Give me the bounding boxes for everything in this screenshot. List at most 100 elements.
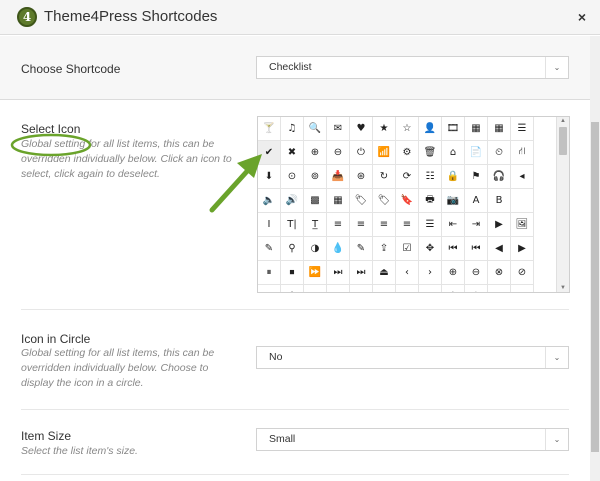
icon-option[interactable]: ↻ bbox=[373, 165, 396, 189]
icon-option[interactable]: ✖ bbox=[281, 141, 304, 165]
icon-option[interactable]: 🏷 bbox=[373, 189, 396, 213]
icon-option[interactable]: ▦ bbox=[465, 117, 488, 141]
icon-option[interactable]: ⚲ bbox=[281, 237, 304, 261]
icon-option[interactable]: ⊕ bbox=[442, 261, 465, 285]
icon-option[interactable]: ↓ bbox=[465, 285, 488, 292]
icon-option[interactable]: ☷ bbox=[419, 165, 442, 189]
icon-option[interactable]: ≡ bbox=[396, 213, 419, 237]
icon-option[interactable]: 📷 bbox=[442, 189, 465, 213]
icon-option[interactable]: ⏮ bbox=[465, 237, 488, 261]
icon-option[interactable]: ⊖ bbox=[465, 261, 488, 285]
icon-option[interactable]: ‹ bbox=[396, 261, 419, 285]
icon-option[interactable]: ⚙ bbox=[396, 141, 419, 165]
icon-option[interactable]: ✉ bbox=[327, 117, 350, 141]
icon-option[interactable]: ⟳ bbox=[396, 165, 419, 189]
icon-option[interactable]: 🏷 bbox=[350, 189, 373, 213]
icon-option[interactable]: 🗑 bbox=[419, 141, 442, 165]
icon-option[interactable]: ✔ bbox=[258, 141, 281, 165]
icon-option[interactable]: ⬇ bbox=[258, 165, 281, 189]
icon-option[interactable]: ⏮ bbox=[442, 237, 465, 261]
icon-option[interactable]: 🎧 bbox=[488, 165, 511, 189]
icon-option[interactable]: ◀ bbox=[488, 237, 511, 261]
icon-option[interactable]: ▦ bbox=[327, 189, 350, 213]
icon-option[interactable]: ⊛ bbox=[350, 165, 373, 189]
icon-option[interactable]: › bbox=[419, 261, 442, 285]
icon-option[interactable]: 🖼 bbox=[511, 213, 534, 237]
dialog-scrollbar[interactable] bbox=[590, 36, 600, 481]
icon-option[interactable]: ◂ bbox=[511, 165, 534, 189]
icon-option[interactable]: ☆ bbox=[396, 117, 419, 141]
icon-option[interactable]: ♫ bbox=[281, 117, 304, 141]
icon-option[interactable]: 🔈 bbox=[258, 189, 281, 213]
icon-option[interactable]: ↪ bbox=[488, 285, 511, 292]
icon-option[interactable]: ◑ bbox=[304, 237, 327, 261]
icon-picker-scrollbar[interactable]: ▲ ▼ bbox=[556, 117, 569, 292]
icon-option[interactable]: 🎞 bbox=[442, 117, 465, 141]
icon-option[interactable]: ⊗ bbox=[488, 261, 511, 285]
icon-option[interactable]: ⏻ bbox=[350, 141, 373, 165]
icon-option[interactable]: ⚑ bbox=[465, 165, 488, 189]
icon-option[interactable]: ≡ bbox=[373, 213, 396, 237]
icon-option[interactable]: ⏏ bbox=[373, 261, 396, 285]
icon-option[interactable]: ⇥ bbox=[465, 213, 488, 237]
icon-option[interactable]: A bbox=[465, 189, 488, 213]
icon-option[interactable]: 🔒 bbox=[442, 165, 465, 189]
icon-option[interactable]: ⇪ bbox=[373, 237, 396, 261]
icon-in-circle-select[interactable]: No ⌄ bbox=[256, 346, 569, 369]
icon-option[interactable]: ⌂ bbox=[442, 141, 465, 165]
icon-option[interactable]: ★ bbox=[373, 117, 396, 141]
icon-picker[interactable]: 🍸 ♫ 🔍 ✉ ♥ ★ ☆ 👤 🎞 ▦ ▦ ☰ ✔ ✖ ⊕ ⊖ ⏻ 📶 ⚙ 🗑 ⌂ 📄 ⏲ ⛙ ⬇ ⊙ ⊚ 📥 ⊛ ↻ ⟳ ☷ 🔒 ⚑ 🎧 ◂ 🔈 🔊 ▩ ▦… bbox=[257, 116, 570, 293]
icon-option[interactable]: ⏭ bbox=[327, 261, 350, 285]
icon-option[interactable]: ⏸ bbox=[258, 261, 281, 285]
icon-option[interactable]: 📄 bbox=[465, 141, 488, 165]
icon-option[interactable]: 🔍 bbox=[304, 117, 327, 141]
close-icon[interactable]: × bbox=[578, 9, 586, 25]
icon-option[interactable]: ↑ bbox=[442, 285, 465, 292]
choose-shortcode-select[interactable]: Checklist ⌄ bbox=[256, 56, 569, 79]
icon-option[interactable]: ⏭ bbox=[350, 261, 373, 285]
icon-option[interactable]: ⏲ bbox=[488, 141, 511, 165]
icon-option[interactable]: ⊚ bbox=[304, 165, 327, 189]
icon-option[interactable]: ⊕ bbox=[304, 141, 327, 165]
icon-option[interactable]: ← bbox=[396, 285, 419, 292]
icon-option[interactable]: ▶ bbox=[511, 237, 534, 261]
icon-option[interactable]: 🖶 bbox=[419, 189, 442, 213]
icon-option[interactable]: ≡ bbox=[327, 213, 350, 237]
icon-option[interactable]: i bbox=[281, 285, 304, 292]
icon-option[interactable]: 🔖 bbox=[396, 189, 419, 213]
scroll-up-icon[interactable]: ▲ bbox=[557, 118, 569, 124]
icon-option[interactable]: 👤 bbox=[419, 117, 442, 141]
icon-option[interactable]: ⏹ bbox=[281, 261, 304, 285]
icon-option[interactable]: ⊘ bbox=[511, 261, 534, 285]
icon-option[interactable]: ⊙ bbox=[281, 165, 304, 189]
icon-option[interactable]: → bbox=[419, 285, 442, 292]
icon-option[interactable]: ⛙ bbox=[511, 141, 534, 165]
dialog-scrollbar-thumb[interactable] bbox=[591, 122, 599, 452]
icon-option[interactable]: ♥ bbox=[350, 117, 373, 141]
icon-option[interactable]: ✎ bbox=[258, 237, 281, 261]
icon-option[interactable]: T̲ bbox=[304, 213, 327, 237]
icon-option[interactable]: ⊖ bbox=[327, 141, 350, 165]
icon-option[interactable]: 📥 bbox=[327, 165, 350, 189]
icon-option[interactable]: ▩ bbox=[304, 189, 327, 213]
icon-option[interactable]: ▦ bbox=[488, 117, 511, 141]
icon-option[interactable]: ⤢ bbox=[511, 285, 534, 292]
icon-option[interactable]: T| bbox=[281, 213, 304, 237]
icon-option[interactable]: ✎ bbox=[350, 237, 373, 261]
icon-option[interactable]: I bbox=[258, 213, 281, 237]
icon-option[interactable] bbox=[511, 189, 534, 213]
icon-option[interactable]: B bbox=[488, 189, 511, 213]
icon-option[interactable]: ☰ bbox=[419, 213, 442, 237]
icon-option[interactable]: ☑ bbox=[396, 237, 419, 261]
icon-option[interactable]: 📶 bbox=[373, 141, 396, 165]
icon-option[interactable]: ▶ bbox=[488, 213, 511, 237]
icon-option[interactable]: 💧 bbox=[327, 237, 350, 261]
scrollbar-thumb[interactable] bbox=[559, 127, 567, 155]
icon-option[interactable]: ? bbox=[258, 285, 281, 292]
scroll-down-icon[interactable]: ▼ bbox=[557, 285, 569, 291]
icon-option[interactable]: 🔊 bbox=[281, 189, 304, 213]
item-size-select[interactable]: Small ⌄ bbox=[256, 428, 569, 451]
icon-option[interactable]: ⏩ bbox=[304, 261, 327, 285]
icon-option[interactable]: ⊗ bbox=[327, 285, 350, 292]
icon-option[interactable]: ⌖ bbox=[304, 285, 327, 292]
